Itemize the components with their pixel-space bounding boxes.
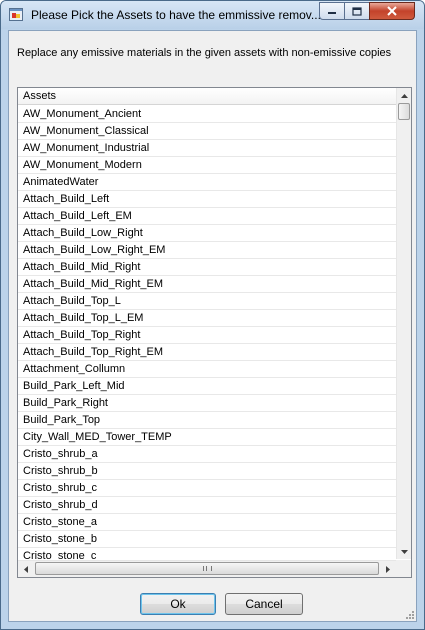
maximize-icon [352,6,362,16]
list-item[interactable]: Build_Park_Right [18,395,396,412]
description-label: Replace any emissive materials in the gi… [17,47,392,59]
list-item[interactable]: Build_Park_Top [18,412,396,429]
list-item[interactable]: AW_Monument_Modern [18,157,396,174]
list-item[interactable]: AW_Monument_Industrial [18,140,396,157]
list-item[interactable]: AW_Monument_Classical [18,123,396,140]
column-header-assets[interactable]: Assets [18,88,396,105]
list-item[interactable]: Attach_Build_Mid_Right [18,259,396,276]
horizontal-scroll-thumb[interactable] [35,562,379,575]
ok-button[interactable]: Ok [140,593,216,615]
list-item[interactable]: Build_Park_Left_Mid [18,378,396,395]
list-item[interactable]: Attach_Build_Mid_Right_EM [18,276,396,293]
grip-icon [202,566,212,571]
asset-rows: AW_Monument_Ancient AW_Monument_Classica… [18,106,396,565]
list-item[interactable]: Attach_Build_Top_L_EM [18,310,396,327]
list-item[interactable]: AnimatedWater [18,174,396,191]
scroll-right-button[interactable] [380,561,396,577]
list-item[interactable]: Attach_Build_Top_L [18,293,396,310]
resize-grip-icon[interactable] [404,609,414,619]
list-item[interactable]: Cristo_stone_a [18,514,396,531]
list-item[interactable]: Attach_Build_Left [18,191,396,208]
list-item[interactable]: Attachment_Collumn [18,361,396,378]
list-item[interactable]: Attach_Build_Low_Right_EM [18,242,396,259]
vertical-scroll-thumb[interactable] [398,103,410,120]
list-item[interactable]: Cristo_shrub_a [18,446,396,463]
dialog-window: Please Pick the Assets to have the emmis… [0,0,425,630]
list-item[interactable]: Attach_Build_Low_Right [18,225,396,242]
close-icon [387,6,397,16]
arrow-left-icon [24,565,28,573]
column-header-label: Assets [23,90,57,102]
arrow-up-icon [401,93,408,98]
minimize-icon [328,12,336,14]
list-item[interactable]: AW_Monument_Ancient [18,106,396,123]
scrollbar-corner [396,560,411,577]
maximize-button[interactable] [344,2,370,20]
list-item[interactable]: City_Wall_MED_Tower_TEMP [18,429,396,446]
list-item[interactable]: Attach_Build_Left_EM [18,208,396,225]
cancel-button[interactable]: Cancel [225,593,303,615]
vertical-scrollbar[interactable] [396,88,411,559]
list-item[interactable]: Cristo_shrub_b [18,463,396,480]
dialog-content: Replace any emissive materials in the gi… [8,30,417,622]
scroll-down-button[interactable] [397,544,411,559]
arrow-down-icon [401,549,408,554]
list-item[interactable]: Cristo_shrub_d [18,497,396,514]
title-bar[interactable]: Please Pick the Assets to have the emmis… [1,1,424,29]
assets-listview[interactable]: Assets AW_Monument_Ancient AW_Monument_C… [17,87,412,578]
app-icon [9,8,23,21]
scroll-up-button[interactable] [397,88,411,103]
close-button[interactable] [369,2,415,20]
list-item[interactable]: Attach_Build_Top_Right [18,327,396,344]
scroll-left-button[interactable] [18,561,34,577]
window-title: Please Pick the Assets to have the emmis… [31,8,321,22]
list-item[interactable]: Cristo_shrub_c [18,480,396,497]
minimize-button[interactable] [319,2,345,20]
horizontal-scrollbar[interactable] [18,560,396,577]
list-item[interactable]: Cristo_stone_b [18,531,396,548]
list-item[interactable]: Attach_Build_Top_Right_EM [18,344,396,361]
arrow-right-icon [386,565,390,573]
